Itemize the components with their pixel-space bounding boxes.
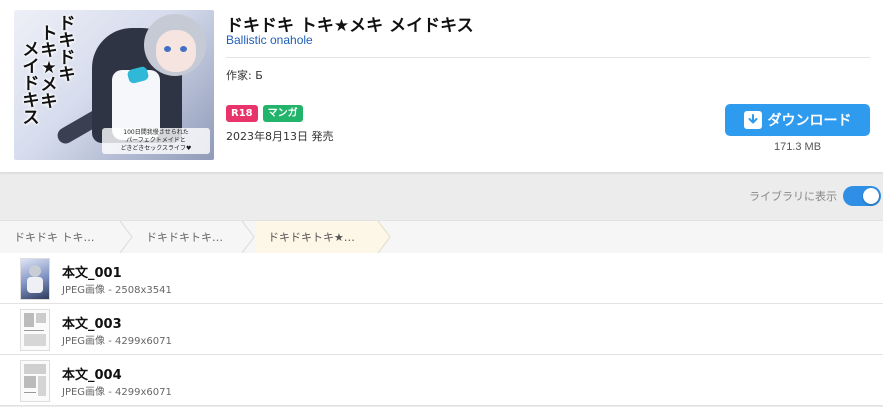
cover-image[interactable]: ドキドキ トキ★メキ メイドキス 100日間我慢させられた パーフェクトメイドと… bbox=[14, 10, 214, 160]
author-label: 作家: bbox=[226, 69, 256, 82]
file-thumbnail bbox=[20, 360, 50, 402]
breadcrumb-separator-icon bbox=[120, 221, 133, 253]
tag-list: R18 マンガ bbox=[226, 105, 303, 122]
breadcrumb-label: ドキドキトキ… bbox=[146, 231, 223, 244]
file-name: 本文_003 bbox=[62, 317, 122, 332]
cover-art-eye bbox=[180, 46, 187, 52]
file-meta: JPEG画像 - 4299x6071 bbox=[62, 336, 172, 347]
file-thumbnail bbox=[20, 258, 50, 300]
file-list: 本文_001 JPEG画像 - 2508x3541 本文_003 JPEG画像 … bbox=[0, 253, 883, 406]
file-meta: JPEG画像 - 4299x6071 bbox=[62, 387, 172, 398]
cover-caption: 100日間我慢させられた パーフェクトメイドと どきどきセックスライフ♥ bbox=[102, 128, 210, 154]
breadcrumb-item-current[interactable]: ドキドキトキ★… bbox=[256, 221, 378, 253]
download-icon bbox=[743, 111, 762, 129]
file-size: 171.3 MB bbox=[773, 141, 822, 153]
breadcrumb-separator-icon bbox=[378, 221, 391, 253]
library-label: ライブラリに表示 bbox=[749, 190, 837, 203]
list-item[interactable]: 本文_003 JPEG画像 - 4299x6071 bbox=[0, 304, 883, 355]
file-thumbnail bbox=[20, 309, 50, 351]
list-item[interactable]: 本文_001 JPEG画像 - 2508x3541 bbox=[0, 253, 883, 304]
breadcrumb: ドキドキ トキ… ドキドキトキ… ドキドキトキ★… bbox=[0, 220, 883, 254]
cover-title-column: トキ★メキ bbox=[40, 24, 58, 112]
cover-caption-text: 100日間我慢させられた パーフェクトメイドと どきどきセックスライフ♥ bbox=[120, 129, 192, 152]
breadcrumb-label: ドキドキ トキ… bbox=[14, 231, 95, 244]
author-name[interactable]: Б bbox=[255, 69, 263, 82]
cover-title-column: ドキドキ bbox=[58, 14, 76, 85]
cover-art-eye bbox=[164, 46, 171, 52]
cover-title-column: メイドキス bbox=[22, 40, 40, 128]
breadcrumb-item[interactable]: ドキドキ トキ… bbox=[0, 221, 134, 253]
library-toggle[interactable] bbox=[843, 186, 881, 206]
download-label: ダウンロード bbox=[767, 113, 852, 129]
circle-link[interactable]: Ballistic onahole bbox=[226, 33, 313, 47]
download-button[interactable]: ダウンロード bbox=[725, 104, 870, 136]
tag-r18[interactable]: R18 bbox=[226, 105, 258, 122]
divider bbox=[226, 57, 870, 58]
file-meta: JPEG画像 - 2508x3541 bbox=[62, 285, 172, 296]
breadcrumb-label: ドキドキトキ★… bbox=[268, 231, 355, 244]
author-line: 作家: Б bbox=[226, 67, 263, 83]
breadcrumb-item[interactable]: ドキドキトキ… bbox=[136, 221, 254, 253]
file-name: 本文_001 bbox=[62, 266, 122, 281]
toggle-knob bbox=[863, 188, 879, 204]
file-name: 本文_004 bbox=[62, 368, 122, 383]
list-item[interactable]: 本文_004 JPEG画像 - 4299x6071 bbox=[0, 355, 883, 406]
release-date: 2023年8月13日 発売 bbox=[226, 130, 334, 143]
cover-art-face bbox=[156, 30, 196, 72]
book-info-card: ドキドキ トキ★メキ メイドキス 100日間我慢させられた パーフェクトメイドと… bbox=[0, 0, 883, 173]
library-toggle-row: ライブラリに表示 bbox=[749, 186, 881, 206]
breadcrumb-separator-icon bbox=[242, 221, 255, 253]
tag-manga[interactable]: マンガ bbox=[262, 105, 303, 122]
